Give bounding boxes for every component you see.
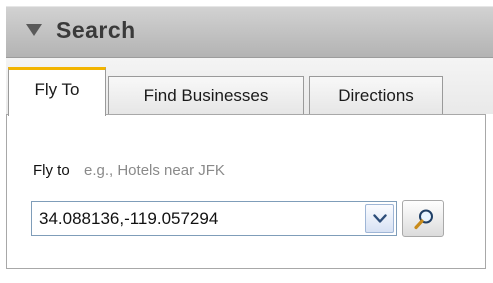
fly-to-panel xyxy=(6,114,486,269)
search-header[interactable]: Search xyxy=(6,6,493,58)
fly-to-input[interactable] xyxy=(32,202,362,235)
fly-to-combobox[interactable] xyxy=(31,201,397,236)
magnifier-icon xyxy=(414,209,433,230)
search-header-title: Search xyxy=(56,17,136,43)
chevron-down-icon xyxy=(373,214,387,223)
tab-directions[interactable]: Directions xyxy=(309,76,443,115)
search-button[interactable] xyxy=(402,200,444,237)
search-panel: Search Fly To Find Businesses Directions… xyxy=(0,0,493,283)
tab-find-businesses[interactable]: Find Businesses xyxy=(108,76,304,115)
fly-to-hint: e.g., Hotels near JFK xyxy=(84,162,225,179)
tab-fly-to[interactable]: Fly To xyxy=(8,67,106,116)
triangle-down-icon[interactable] xyxy=(26,24,42,36)
dropdown-button[interactable] xyxy=(365,204,394,233)
fly-to-label: Fly to xyxy=(33,162,70,179)
